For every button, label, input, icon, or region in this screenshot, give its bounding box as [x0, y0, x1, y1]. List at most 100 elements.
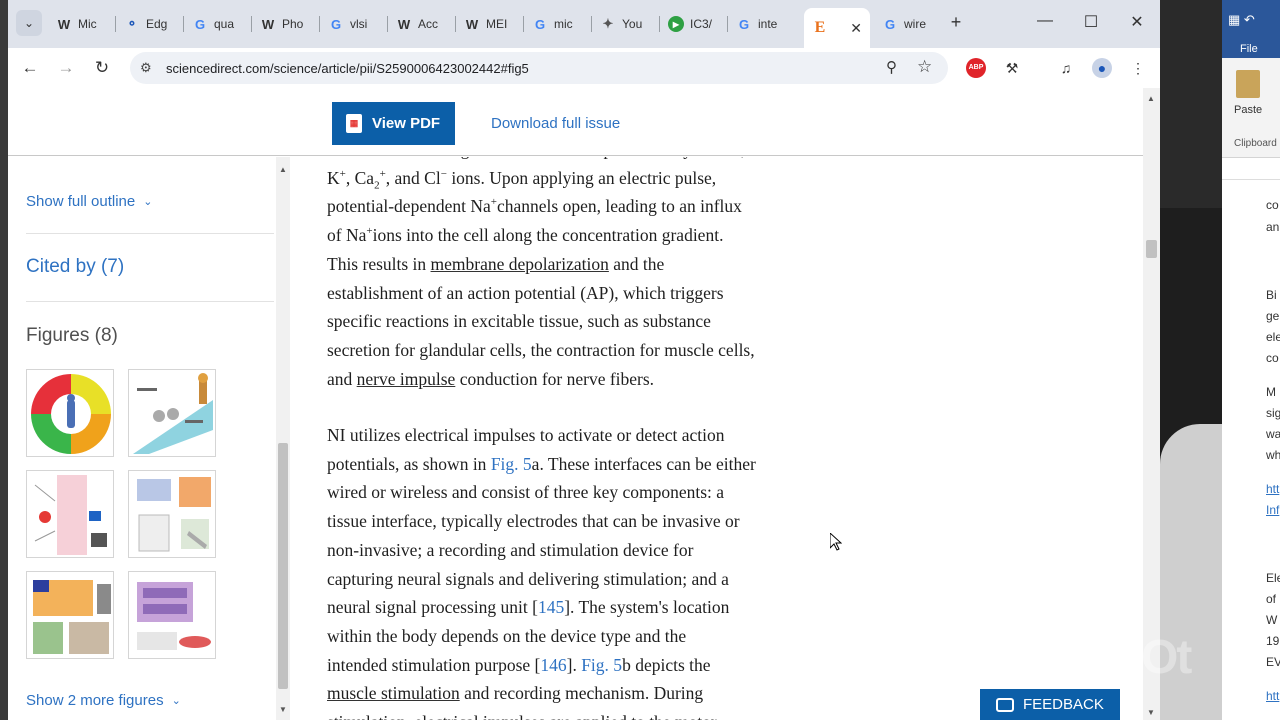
- cited-by-link[interactable]: Cited by (7): [26, 256, 124, 278]
- mouse-cursor-icon: [829, 531, 843, 551]
- link-ref-146[interactable]: 146: [540, 655, 566, 675]
- show-more-figures-link[interactable]: Show 2 more figures ⌄: [26, 692, 181, 709]
- word-titlebar: ▦ ↶: [1222, 0, 1280, 40]
- link-muscle-stimulation[interactable]: muscle stimulation: [327, 683, 460, 703]
- menu-icon[interactable]: ⋮: [1128, 58, 1148, 78]
- word-window: ▦ ↶ File Paste Clipboard co an Bi ge ele…: [1222, 0, 1280, 720]
- link-fig5b[interactable]: Fig. 5: [581, 655, 622, 675]
- minimize-button[interactable]: —: [1030, 12, 1060, 30]
- divider: [26, 301, 274, 302]
- bookmark-star-icon[interactable]: ☆: [917, 57, 932, 77]
- tab-7[interactable]: Gmic: [524, 8, 592, 40]
- wikipedia-icon: W: [397, 16, 411, 32]
- view-pdf-button[interactable]: ▦ View PDF: [332, 102, 455, 145]
- profile-icon[interactable]: ●: [1092, 58, 1112, 78]
- background-window-top: [1160, 0, 1222, 208]
- tab-3[interactable]: W Pho: [252, 8, 320, 40]
- google-icon: G: [884, 16, 896, 32]
- tab-search-button[interactable]: ⌄: [16, 10, 42, 36]
- web-page: results from a change in the membrane pe…: [8, 88, 1160, 720]
- figures-heading: Figures (8): [26, 325, 118, 346]
- page-scrollbar[interactable]: ▲ ▼: [1143, 88, 1160, 720]
- chevron-down-icon: ⌄: [171, 695, 181, 707]
- figure-thumbnail-2[interactable]: [128, 369, 216, 457]
- chat-bubble-icon: [996, 697, 1014, 712]
- watermark: InShOt: [1045, 631, 1192, 684]
- scroll-up-icon[interactable]: ▲: [279, 165, 287, 174]
- tab-12[interactable]: Gwire: [874, 8, 940, 40]
- address-bar[interactable]: ⚙ sciencedirect.com/science/article/pii/…: [130, 52, 948, 84]
- adblock-icon[interactable]: ABP: [966, 58, 986, 78]
- download-issue-link[interactable]: Download full issue: [491, 115, 620, 132]
- tab-4[interactable]: Gvlsi: [320, 8, 388, 40]
- tab-10[interactable]: Ginte: [728, 8, 804, 40]
- tab-active[interactable]: E ✕: [804, 8, 870, 48]
- paragraph-2: NI utilizes electrical impulses to activ…: [327, 425, 756, 720]
- article-body: results from a change in the membrane pe…: [327, 157, 827, 720]
- url-text: sciencedirect.com/science/article/pii/S2…: [166, 61, 529, 76]
- screen: ⌄ W Mic ⚬ Edg Gqua W Pho Gvlsi W Acc W MEI: [0, 0, 1280, 720]
- link-nerve-impulse[interactable]: nerve impulse: [357, 369, 456, 389]
- zoom-icon[interactable]: ⚲: [886, 58, 897, 76]
- link-membrane-depolarization[interactable]: membrane depolarization: [431, 254, 609, 274]
- google-icon: G: [194, 16, 206, 32]
- paragraph-1: results from a change in the membrane pe…: [327, 157, 755, 389]
- word-ribbon: Paste Clipboard: [1222, 58, 1280, 158]
- paste-button[interactable]: Paste: [1234, 104, 1262, 116]
- media-control-icon[interactable]: ♫: [1056, 58, 1076, 78]
- close-window-button[interactable]: ✕: [1122, 12, 1152, 32]
- scroll-up-icon[interactable]: ▲: [1147, 94, 1155, 103]
- show-outline-link[interactable]: Show full outline ⌄: [26, 193, 152, 210]
- site-info-icon[interactable]: ⚙: [140, 60, 152, 76]
- close-tab-icon[interactable]: ✕: [850, 20, 862, 37]
- new-tab-button[interactable]: +: [944, 12, 968, 33]
- tab-1[interactable]: ⚬ Edg: [116, 8, 184, 40]
- reload-button[interactable]: ↻: [90, 57, 114, 81]
- figure-thumbnail-4[interactable]: [128, 470, 216, 558]
- tab-5[interactable]: W Acc: [388, 8, 456, 40]
- google-icon: G: [534, 16, 546, 32]
- figure-thumbnail-6[interactable]: [128, 571, 216, 659]
- word-file-tab[interactable]: File: [1222, 40, 1280, 58]
- link-fig5[interactable]: Fig. 5: [491, 454, 532, 474]
- pdf-icon: ▦: [346, 114, 362, 133]
- maximize-button[interactable]: ☐: [1076, 12, 1106, 32]
- figure-thumbnail-1[interactable]: [26, 369, 114, 457]
- feedback-button[interactable]: FEEDBACK: [980, 689, 1120, 720]
- tab-2[interactable]: Gqua: [184, 8, 252, 40]
- wikipedia-icon: W: [261, 16, 275, 32]
- word-document[interactable]: co an Bi ge ele co M sig wa wh htt Inf E…: [1222, 180, 1280, 720]
- google-icon: G: [738, 16, 750, 32]
- google-icon: G: [330, 16, 342, 32]
- forward-button[interactable]: →: [54, 57, 78, 81]
- link-ref-145[interactable]: 145: [538, 597, 564, 617]
- scroll-down-icon[interactable]: ▼: [279, 705, 287, 714]
- clipboard-group-label: Clipboard: [1234, 138, 1277, 149]
- wikipedia-icon: W: [57, 16, 71, 32]
- elsevier-icon: E: [814, 19, 826, 36]
- figure-thumbnail-5[interactable]: [26, 571, 114, 659]
- sidebar-scrollbar[interactable]: ▲ ▼: [276, 157, 290, 720]
- figure-thumbnail-3[interactable]: [26, 470, 114, 558]
- tab-6[interactable]: W MEI: [456, 8, 524, 40]
- tab-9[interactable]: ▶ IC3/: [660, 8, 728, 40]
- browser-toolbar: ← → ↻ ⚙ sciencedirect.com/science/articl…: [8, 48, 1160, 88]
- outline-sidebar: Show full outline ⌄ Cited by (7) Figures …: [8, 157, 274, 720]
- tab-strip: ⌄ W Mic ⚬ Edg Gqua W Pho Gvlsi W Acc W MEI: [8, 0, 1160, 48]
- tab-0[interactable]: W Mic: [48, 8, 116, 40]
- scroll-down-icon[interactable]: ▼: [1147, 708, 1155, 717]
- sidebar-scrollbar-thumb[interactable]: [278, 443, 288, 689]
- back-button[interactable]: ←: [18, 57, 42, 81]
- play-icon: ▶: [668, 16, 684, 32]
- page-scrollbar-thumb[interactable]: [1146, 240, 1157, 258]
- chevron-down-icon: ⌄: [143, 196, 153, 208]
- youtube-alt-icon: ✦: [602, 16, 614, 31]
- clipboard-icon[interactable]: [1236, 70, 1260, 98]
- word-ruler: [1222, 158, 1280, 180]
- extensions-icon[interactable]: ⚒: [1002, 58, 1022, 78]
- browser-window: ⌄ W Mic ⚬ Edg Gqua W Pho Gvlsi W Acc W MEI: [8, 0, 1160, 720]
- edge-icon: ⚬: [126, 16, 138, 31]
- tab-8[interactable]: ✦ You: [592, 8, 660, 40]
- divider: [26, 233, 274, 234]
- save-icon[interactable]: ▦ ↶: [1228, 12, 1255, 28]
